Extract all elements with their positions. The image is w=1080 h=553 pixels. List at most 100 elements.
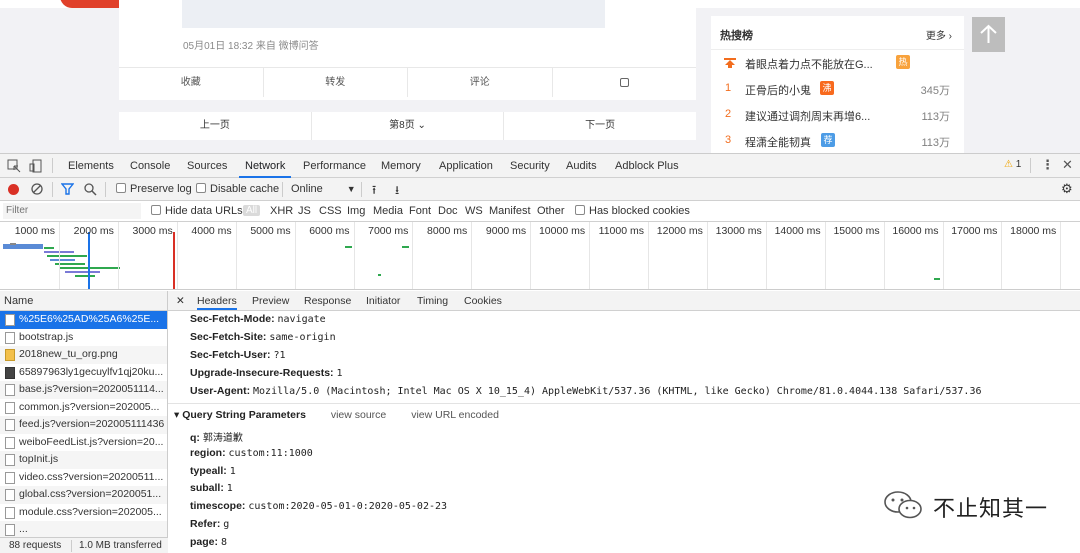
hot-item-rank: 3: [725, 134, 732, 146]
divider: [71, 540, 72, 552]
repost-button[interactable]: 转发: [264, 68, 408, 97]
param-key: suball:: [190, 482, 224, 494]
tab-sources[interactable]: Sources: [187, 154, 227, 178]
warnings-count: 1: [1015, 159, 1022, 170]
tab-application[interactable]: Application: [439, 154, 493, 178]
throttling-select[interactable]: Online ▼: [291, 183, 356, 195]
type-filter-other[interactable]: Other: [537, 205, 565, 217]
type-filter-xhr[interactable]: XHR: [270, 205, 293, 217]
disable-cache-checkbox[interactable]: Disable cache: [196, 183, 279, 195]
type-filter-all[interactable]: All: [243, 205, 261, 216]
tab-timing[interactable]: Timing: [417, 295, 448, 307]
type-filter-manifest[interactable]: Manifest: [489, 205, 531, 217]
tab-elements[interactable]: Elements: [68, 154, 114, 178]
type-filter-js[interactable]: JS: [298, 205, 311, 217]
type-filter-doc[interactable]: Doc: [438, 205, 458, 217]
tab-audits[interactable]: Audits: [566, 154, 597, 178]
hot-item[interactable]: 着眼点着力点不能放在G... 热: [711, 50, 964, 76]
search-icon[interactable]: [84, 183, 97, 196]
warnings-badge[interactable]: ⚠ 1: [1004, 159, 1021, 170]
page-select[interactable]: 第8页 ⌄: [310, 112, 505, 140]
query-string-section-header[interactable]: ▾ Query String Parameters view source vi…: [174, 409, 499, 421]
request-row[interactable]: global.css?version=2020051...: [0, 486, 167, 504]
request-row[interactable]: %25E6%25AD%25A6%25E...: [0, 311, 167, 329]
type-filter-ws[interactable]: WS: [465, 205, 483, 217]
view-url-encoded-link[interactable]: view URL encoded: [411, 409, 499, 421]
request-row[interactable]: base.js?version=2020051114...: [0, 381, 167, 399]
request-row[interactable]: 2018new_tu_org.png: [0, 346, 167, 364]
timeline-tick-label: 1: [1057, 225, 1080, 237]
hot-item[interactable]: 3 程潇全能韧真 荐 113万: [711, 128, 964, 153]
close-detail-icon[interactable]: ✕: [176, 295, 185, 307]
request-row[interactable]: common.js?version=202005...: [0, 399, 167, 417]
param-value: 1: [226, 483, 233, 494]
close-icon[interactable]: ✕: [1062, 157, 1073, 173]
type-filter-font[interactable]: Font: [409, 205, 431, 217]
view-source-link[interactable]: view source: [331, 409, 386, 421]
tab-adblock-plus[interactable]: Adblock Plus: [615, 154, 679, 178]
checkbox-box: [116, 183, 126, 193]
header-value: 1: [336, 368, 343, 379]
tab-cookies[interactable]: Cookies: [464, 295, 502, 307]
timeline-tick-label: 12000 ms: [656, 225, 703, 237]
tab-initiator[interactable]: Initiator: [366, 295, 400, 307]
timeline-tick-label: 16000 ms: [892, 225, 939, 237]
name-column-header[interactable]: Name: [0, 291, 167, 311]
record-icon[interactable]: [8, 184, 19, 195]
comment-button[interactable]: 评论: [408, 68, 553, 97]
hot-item[interactable]: 2 建议通过调剂周末再增6... 113万: [711, 102, 964, 128]
request-row[interactable]: topInit.js: [0, 451, 167, 469]
tab-security[interactable]: Security: [510, 154, 550, 178]
export-har-icon[interactable]: ⭳: [395, 181, 399, 202]
request-row[interactable]: feed.js?version=202005111436: [0, 416, 167, 434]
clear-icon[interactable]: [31, 183, 43, 195]
divider: [361, 182, 362, 197]
post-actions: 收藏 转发 评论: [119, 67, 696, 97]
tab-headers[interactable]: Headers: [197, 295, 237, 310]
filter-icon[interactable]: [61, 183, 74, 195]
request-row[interactable]: video.css?version=20200511...: [0, 469, 167, 487]
detail-tabs: ✕ Headers Preview Response Initiator Tim…: [168, 291, 1080, 311]
import-har-icon[interactable]: ⭱: [372, 181, 376, 202]
settings-gear-icon[interactable]: ⚙: [1061, 181, 1073, 197]
tab-response[interactable]: Response: [304, 295, 351, 307]
inspect-element-icon[interactable]: [7, 159, 21, 173]
preserve-log-checkbox[interactable]: Preserve log: [116, 183, 192, 195]
request-row[interactable]: 65897963ly1gecuylfv1qj20ku...: [0, 364, 167, 382]
filter-input[interactable]: [3, 203, 141, 219]
request-row[interactable]: module.css?version=202005...: [0, 504, 167, 522]
tab-preview[interactable]: Preview: [252, 295, 289, 307]
hot-item[interactable]: 1 正骨后的小鬼 沸 345万: [711, 76, 964, 102]
type-filter-css[interactable]: CSS: [319, 205, 342, 217]
hide-data-urls-checkbox[interactable]: Hide data URLs: [151, 205, 243, 217]
device-toolbar-icon[interactable]: [29, 159, 43, 173]
timeline-overview[interactable]: 1000 ms 2000 ms 3000 ms 4000 ms 5000 ms 6000 …: [0, 222, 1080, 290]
network-toolbar: Preserve log Disable cache Online ▼ ⭱ ⭳ ⚙: [0, 178, 1080, 201]
more-options-icon[interactable]: ⋮: [1041, 157, 1054, 173]
back-to-top-button[interactable]: [972, 17, 1005, 52]
stylesheet-file-icon: [5, 471, 15, 484]
favorite-button[interactable]: 收藏: [119, 68, 264, 97]
type-filter-img[interactable]: Img: [347, 205, 365, 217]
tab-network[interactable]: Network: [239, 154, 292, 178]
like-button[interactable]: [553, 68, 697, 97]
tab-console[interactable]: Console: [130, 154, 170, 178]
request-row[interactable]: weiboFeedList.js?version=20...: [0, 434, 167, 452]
timeline-tick-label: 5000 ms: [250, 225, 291, 237]
param-value: 郭涛道歉: [202, 433, 243, 444]
tab-performance[interactable]: Performance: [303, 154, 366, 178]
type-filter-media[interactable]: Media: [373, 205, 403, 217]
request-row[interactable]: bootstrap.js: [0, 329, 167, 347]
more-link[interactable]: 更多 ›: [926, 27, 952, 42]
timeline-tick-label: 4000 ms: [191, 225, 232, 237]
waterfall-bar: [47, 255, 87, 257]
next-page-button[interactable]: 下一页: [504, 112, 696, 140]
has-blocked-cookies-checkbox[interactable]: Has blocked cookies: [575, 205, 690, 217]
chevron-right-icon: ›: [948, 31, 952, 42]
param-value: 1: [229, 466, 236, 477]
tab-memory[interactable]: Memory: [381, 154, 421, 178]
request-name: %25E6%25AD%25A6%25E...: [19, 313, 160, 325]
prev-page-button[interactable]: 上一页: [119, 112, 311, 140]
arrow-up-icon: [980, 24, 997, 43]
request-row[interactable]: ...: [0, 521, 167, 539]
